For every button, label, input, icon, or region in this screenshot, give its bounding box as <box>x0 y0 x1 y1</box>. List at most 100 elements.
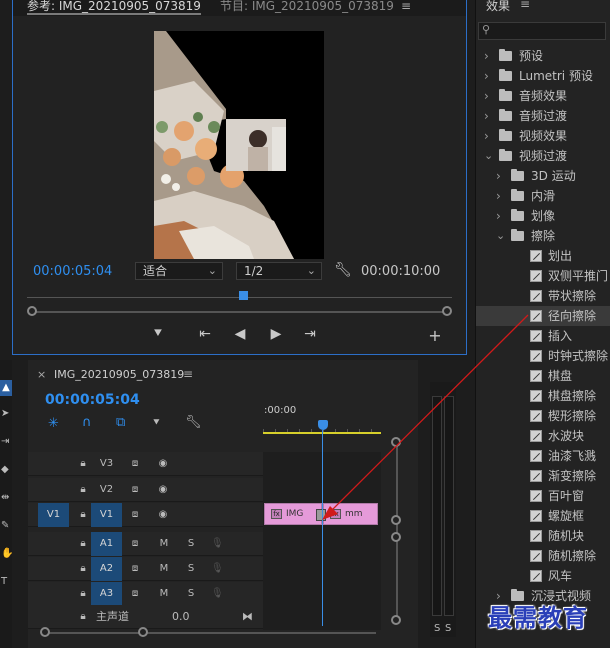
step-back-frame-icon[interactable]: ⇤ <box>195 326 215 342</box>
vscroll-mid-handle[interactable] <box>391 515 401 525</box>
chevron-right-icon[interactable]: › <box>484 106 489 126</box>
microphone-icon[interactable]: 🎙︎ <box>211 557 224 581</box>
ripple-edit-tool-icon[interactable]: ⇥ <box>1 436 9 447</box>
chevron-right-icon[interactable]: › <box>496 166 501 186</box>
mute-button[interactable]: M <box>158 532 170 556</box>
effects-item-2[interactable]: › 音频效果 <box>476 86 610 106</box>
sequence-tab[interactable]: IMG_20210905_073819 <box>54 368 184 381</box>
hscroll-right-handle[interactable] <box>138 627 148 637</box>
monitor-scroll-track[interactable] <box>33 311 448 313</box>
mute-button[interactable]: M <box>158 582 170 606</box>
track-name-v2[interactable]: V2 <box>91 478 122 502</box>
effects-item-7[interactable]: › 内滑 <box>476 186 610 206</box>
effects-item-6[interactable]: › 3D 运动 <box>476 166 610 186</box>
track-target-a1[interactable]: A1 <box>91 532 122 556</box>
nest-sequence-icon[interactable]: ✳ <box>48 416 59 431</box>
add-button-icon[interactable]: + <box>425 326 445 345</box>
lock-icon[interactable]: 🔒︎ <box>76 452 90 476</box>
clip-mm[interactable]: fx mm <box>323 503 378 525</box>
source-patch-v1[interactable]: V1 <box>38 503 69 527</box>
effects-item-0[interactable]: › 预设 <box>476 46 610 66</box>
effects-item-26[interactable]: 风车 <box>476 566 610 586</box>
effects-item-10[interactable]: 划出 <box>476 246 610 266</box>
vscroll-top-handle[interactable] <box>391 437 401 447</box>
monitor-current-time[interactable]: 00:00:05:04 <box>33 264 112 279</box>
effects-menu-icon[interactable]: ≡ <box>520 0 530 11</box>
lock-icon[interactable]: 🔒︎ <box>76 478 90 502</box>
play-icon[interactable]: ▶ <box>266 326 286 342</box>
master-volume-value[interactable]: 0.0 <box>172 605 190 629</box>
chevron-right-icon[interactable]: › <box>484 126 489 146</box>
effects-item-23[interactable]: 螺旋框 <box>476 506 610 526</box>
razor-tool-icon[interactable]: ◆ <box>1 464 9 475</box>
sync-lock-icon[interactable]: ⧈ <box>128 452 142 476</box>
timeline-horizontal-scrollbar[interactable] <box>46 632 376 634</box>
step-forward-frame-icon[interactable]: ⇥ <box>300 326 320 342</box>
chevron-right-icon[interactable]: › <box>484 86 489 106</box>
effects-item-24[interactable]: 随机块 <box>476 526 610 546</box>
track-target-a3[interactable]: A3 <box>91 582 122 606</box>
effects-item-22[interactable]: 百叶窗 <box>476 486 610 506</box>
meter-solo-left[interactable]: S <box>434 623 440 634</box>
effects-item-13[interactable]: 径向擦除 <box>476 306 610 326</box>
timeline-menu-icon[interactable]: ≡ <box>183 367 193 381</box>
effects-item-5[interactable]: ⌄ 视频过渡 <box>476 146 610 166</box>
lock-icon[interactable]: 🔒︎ <box>76 557 90 581</box>
track-name-v3[interactable]: V3 <box>91 452 122 476</box>
sync-lock-icon[interactable]: ⧈ <box>128 557 142 581</box>
effects-item-16[interactable]: 棋盘 <box>476 366 610 386</box>
solo-button[interactable]: S <box>185 582 197 606</box>
vscroll-mid2-handle[interactable] <box>391 532 401 542</box>
track-select-tool-icon[interactable]: ➤ <box>1 408 9 419</box>
eye-icon[interactable]: ◉ <box>156 503 170 527</box>
effects-item-9[interactable]: ⌄ 擦除 <box>476 226 610 246</box>
effects-item-15[interactable]: 时钟式擦除 <box>476 346 610 366</box>
add-marker-icon[interactable]: ⯆ <box>152 416 161 430</box>
chevron-down-icon[interactable]: ⌄ <box>484 146 493 166</box>
microphone-icon[interactable]: 🎙︎ <box>211 582 224 606</box>
hand-tool-icon[interactable]: ✋ <box>1 548 13 559</box>
hscroll-left-handle[interactable] <box>40 627 50 637</box>
monitor-scroll-end-handle[interactable] <box>442 306 452 316</box>
clip-img[interactable]: fx IMG <box>264 503 322 525</box>
chevron-down-icon[interactable]: ⌄ <box>496 226 505 246</box>
linked-selection-icon[interactable]: ⧉ <box>116 415 125 430</box>
go-to-end-icon[interactable]: ⧓ <box>242 605 253 629</box>
wrench-icon[interactable]: 🔧︎ <box>334 262 352 278</box>
solo-button[interactable]: S <box>185 532 197 556</box>
effects-item-25[interactable]: 随机擦除 <box>476 546 610 566</box>
close-sequence-icon[interactable]: × <box>37 368 46 381</box>
eye-icon[interactable]: ◉ <box>156 452 170 476</box>
effects-item-17[interactable]: 棋盘擦除 <box>476 386 610 406</box>
type-tool-icon[interactable]: T <box>1 576 7 587</box>
timeline-vertical-scrollbar[interactable] <box>396 440 398 620</box>
tab-program-monitor[interactable]: 节目: IMG_20210905_073819 <box>220 0 394 12</box>
effects-item-19[interactable]: 水波块 <box>476 426 610 446</box>
lock-icon[interactable]: 🔒︎ <box>76 605 90 629</box>
vscroll-bottom-handle[interactable] <box>391 615 401 625</box>
meter-solo-right[interactable]: S <box>445 623 451 634</box>
effects-item-4[interactable]: › 视频效果 <box>476 126 610 146</box>
transition-drop-target[interactable] <box>316 509 326 521</box>
solo-button[interactable]: S <box>185 557 197 581</box>
timeline-settings-icon[interactable]: 🔧︎ <box>185 415 202 430</box>
sync-lock-icon[interactable]: ⧈ <box>128 478 142 502</box>
effects-search-input[interactable]: ⚲ <box>478 22 606 40</box>
effects-item-12[interactable]: 带状擦除 <box>476 286 610 306</box>
lock-icon[interactable]: 🔒︎ <box>76 532 90 556</box>
effects-item-18[interactable]: 楔形擦除 <box>476 406 610 426</box>
chevron-right-icon[interactable]: › <box>496 186 501 206</box>
chevron-right-icon[interactable]: › <box>484 66 489 86</box>
selection-tool-icon[interactable]: ▲ <box>0 380 12 396</box>
sync-lock-icon[interactable]: ⧈ <box>128 582 142 606</box>
mute-button[interactable]: M <box>158 557 170 581</box>
pen-tool-icon[interactable]: ✎ <box>1 520 9 531</box>
marker-icon[interactable]: ⯆ <box>148 326 168 342</box>
effects-item-8[interactable]: › 划像 <box>476 206 610 226</box>
resolution-dropdown[interactable]: 1/2 ⌄ <box>236 262 322 280</box>
lock-icon[interactable]: 🔒︎ <box>76 582 90 606</box>
fit-dropdown[interactable]: 适合 ⌄ <box>135 262 223 280</box>
effects-item-3[interactable]: › 音频过渡 <box>476 106 610 126</box>
sync-lock-icon[interactable]: ⧈ <box>128 532 142 556</box>
track-target-v1[interactable]: V1 <box>91 503 122 527</box>
